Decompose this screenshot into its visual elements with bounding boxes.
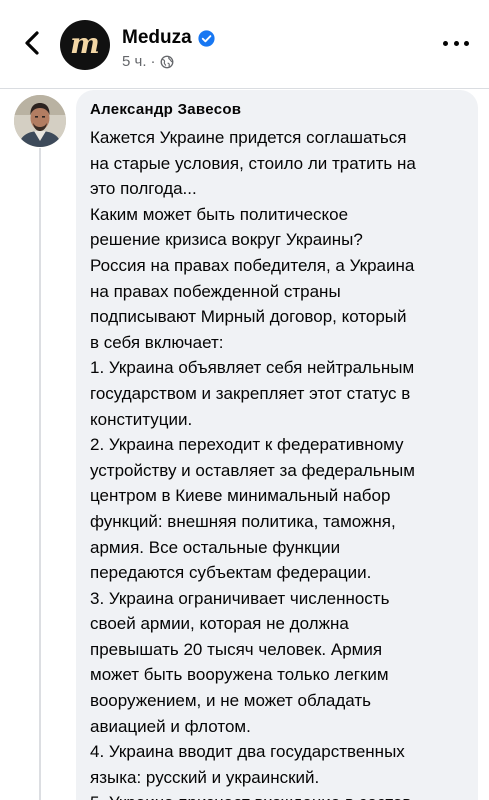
comment-line: государством и закрепляет этот статус в [90,383,411,403]
comment-line: 2. Украина переходит к федеративному [90,435,404,455]
comment-line: армия. Все остальные функции [90,537,341,557]
comment-line: функций: внешняя политика, таможня, [90,511,396,531]
dot [464,40,469,46]
dot [443,40,448,46]
comment-line: решение кризиса вокруг Украины? [90,230,363,250]
comment-line: 3. Украина ограничивает численность [90,588,390,608]
post-header: m Meduza 5 ч. · [0,0,489,88]
meta-separator: · [150,53,156,70]
commenter-avatar-photo [14,95,66,147]
comment-line: на старые условия, стоило ли тратить на [90,153,416,173]
commenter-avatar[interactable] [14,95,66,147]
comment-line: 1. Украина объявляет себя нейтральным [90,358,415,378]
globe-icon [160,55,173,68]
comment-line: своей армии, которая не должна [90,614,349,634]
comment-line: передаются субъектам федерации. [90,563,372,583]
comment-line: Россия на правах победителя, а Украина [90,255,415,275]
comment-line: подписывают Мирный договор, который [90,307,407,327]
comment-line: Каким может быть политическое [90,204,349,224]
comment-line: вооружением, и не может обладать [90,691,371,711]
verified-badge-icon [198,29,215,47]
comment-text: Кажется Украине придется соглашаться на с… [90,125,464,800]
comment-line: в себя включает: [90,332,224,352]
comment-line: центром в Киеве минимальный набор [90,486,391,506]
header-divider [0,88,489,89]
more-dots-icon[interactable] [443,33,469,53]
comment-line: языка: русский и украинский. [90,767,320,787]
comment-line: устройству и оставляет за федеральным [90,460,415,480]
comment-bubble: Александр Завесов Кажется Украине придет… [76,90,478,800]
page-name-row: Meduza [122,27,215,49]
comment-line: авиацией и флотом. [90,716,251,736]
comment-line: 5. Украина признает вхождение в состав [90,790,464,800]
comment-line: может быть вооружена только легким [90,665,389,685]
comment-author[interactable]: Александр Завесов [90,101,241,118]
comment-line: это полгода... [90,179,197,199]
comment-line: на правах побежденной страны [90,281,341,301]
comment-line: конституции. [90,409,193,429]
page-logo[interactable]: m [60,20,110,70]
comment-line: 4. Украина вводит два государственных [90,742,405,762]
chevron-left-icon[interactable] [18,28,48,58]
comment-line: превышать 20 тысяч человек. Армия [90,639,383,659]
post-meta: 5 ч. · [122,53,174,70]
comment-thread-line [39,148,41,800]
dot [453,40,459,46]
comment-line: Кажется Украине придется соглашаться [90,128,407,147]
page-name[interactable]: Meduza [122,27,192,49]
post-timestamp[interactable]: 5 ч. [122,53,147,70]
